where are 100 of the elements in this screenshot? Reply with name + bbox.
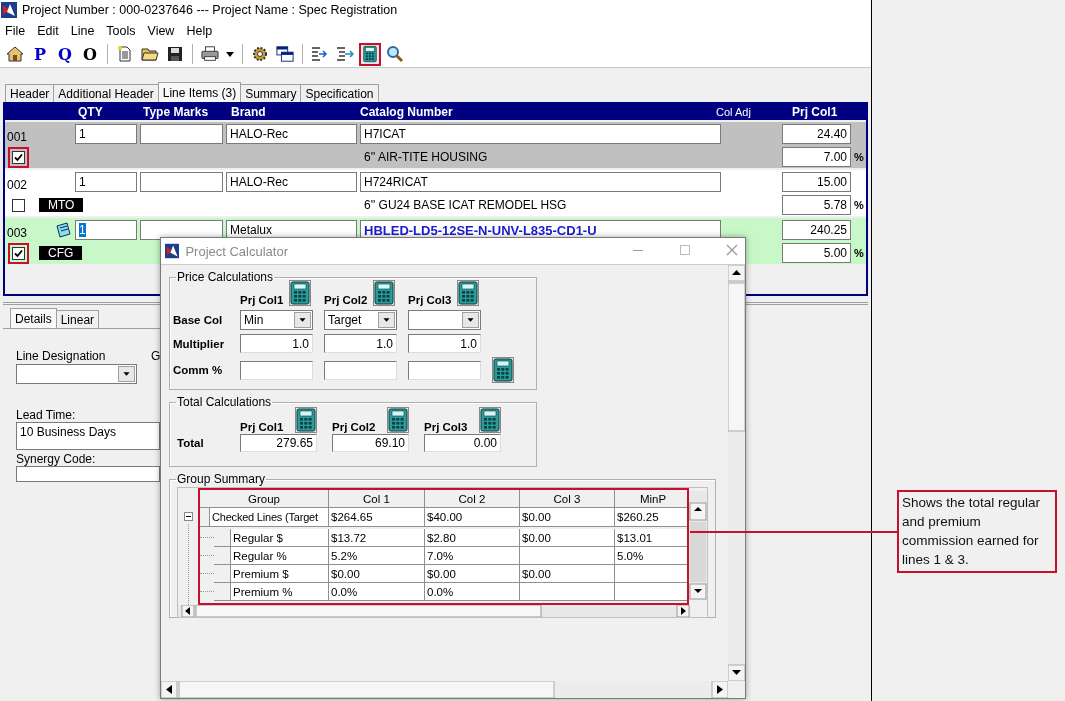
commission-field[interactable] (324, 360, 397, 380)
menu-item[interactable]: File (1, 23, 32, 38)
summary-cell: 5.2% (329, 547, 425, 565)
close-icon[interactable] (725, 243, 738, 256)
percent-field[interactable]: 7.00 (782, 147, 851, 167)
lead-time-field[interactable]: 10 Business Days (16, 422, 160, 450)
calculator-button[interactable] (480, 408, 500, 432)
price-field[interactable]: 24.40 (782, 124, 851, 144)
column-header[interactable]: Group (200, 490, 329, 508)
multiplier-field[interactable]: 1.0 (240, 334, 313, 353)
scrollbar[interactable] (728, 265, 745, 681)
toolbar-button[interactable]: O (79, 42, 101, 66)
column-header[interactable]: Brand (226, 104, 360, 119)
commission-field[interactable] (408, 360, 481, 380)
group-title: Total Calculations (176, 395, 273, 409)
row-header-cell[interactable] (200, 508, 210, 527)
type-marks-field[interactable] (140, 220, 223, 240)
row-header-cell[interactable] (214, 565, 231, 583)
summary-cell: $2.80 (425, 529, 520, 547)
summary-cell: $0.00 (329, 565, 425, 583)
percent-field[interactable]: 5.78 (782, 195, 851, 215)
scrollbar[interactable] (161, 681, 728, 698)
calculator-button[interactable] (388, 408, 408, 432)
synergy-code-field[interactable] (16, 466, 160, 482)
price-field[interactable]: 15.00 (782, 172, 851, 192)
type-marks-field[interactable] (140, 172, 223, 192)
summary-cell: $0.00 (520, 508, 615, 527)
menu-item[interactable]: Help (182, 23, 219, 38)
group-label: Checked Lines (Target (210, 508, 329, 527)
column-header[interactable]: Col 1 (329, 490, 425, 508)
gear-icon (251, 45, 269, 63)
windows-icon (276, 45, 294, 63)
menu-item[interactable]: Edit (33, 23, 65, 38)
line-number: 003 (7, 226, 28, 240)
summary-cell: $13.72 (329, 529, 425, 547)
row-label: Premium $ (231, 565, 329, 583)
toolbar-button[interactable]: P (29, 42, 51, 66)
line-item-row[interactable]: 002 1 HALO-Rec H724RICAT 15.00 MTO 6'' GU24 BASE ICAT REMODEL HSG 5.78 % (5, 170, 866, 216)
note-icon[interactable] (54, 221, 72, 239)
multiplier-field[interactable]: 1.0 (408, 334, 481, 353)
base-column-dropdown[interactable] (408, 310, 481, 330)
brand-field[interactable]: HALO-Rec (226, 172, 357, 192)
calculator-button[interactable] (296, 408, 316, 432)
tab[interactable]: Linear (55, 310, 100, 328)
checkbox[interactable] (12, 198, 25, 212)
percent-field[interactable]: 5.00 (782, 243, 851, 263)
calculator-button[interactable] (458, 281, 479, 305)
qty-field[interactable]: 1 (75, 172, 137, 192)
catalog-number-field[interactable]: H724RICAT (360, 172, 721, 192)
line-number: 001 (7, 130, 28, 144)
tab[interactable]: Specification (300, 84, 379, 102)
group-title: Group Summary (176, 472, 267, 486)
line-item-row[interactable]: 001 1 HALO-Rec H7ICAT 24.40 6'' AIR-TITE HOUSING 7.00 % (5, 122, 866, 168)
group-title: Price Calculations (176, 270, 275, 284)
collapse-icon[interactable] (183, 512, 193, 521)
column-header[interactable]: QTY (75, 104, 140, 119)
row-label: Premium % (231, 583, 329, 601)
catalog-number-field[interactable]: HBLED-LD5-12SE-N-UNV-L835-CD1-U (360, 220, 721, 240)
column-header[interactable]: Col 3 (520, 490, 615, 508)
tab[interactable]: Header (5, 84, 55, 102)
scrollbar[interactable] (689, 491, 707, 600)
percent-sign: % (854, 199, 864, 211)
type-marks-field[interactable] (140, 124, 223, 144)
catalog-number-field[interactable]: H7ICAT (360, 124, 721, 144)
calculator-button[interactable] (493, 358, 513, 382)
tab[interactable]: Summary (240, 84, 302, 102)
row-header-cell[interactable] (214, 583, 231, 601)
row-header-cell[interactable] (214, 529, 231, 547)
column-header[interactable]: Type Marks (140, 104, 226, 119)
calculator-button[interactable] (290, 281, 311, 305)
printer-icon (201, 45, 219, 63)
field-label: Lead Time: (16, 408, 76, 422)
menu-item[interactable]: Line (66, 23, 101, 38)
brand-field[interactable]: HALO-Rec (226, 124, 357, 144)
line-description: 6'' AIR-TITE HOUSING (364, 150, 488, 164)
scrollbar[interactable] (178, 605, 691, 617)
calculator-button[interactable] (374, 281, 395, 305)
column-label: Prj Col3 (408, 294, 452, 306)
dialog-title: Project Calculator (185, 243, 288, 259)
line-designation-dropdown[interactable] (16, 364, 137, 384)
commission-field[interactable] (240, 360, 313, 380)
column-header[interactable]: Prj Col1 (782, 104, 854, 119)
tab[interactable]: Details (10, 308, 57, 328)
column-header[interactable]: Col 2 (425, 490, 520, 508)
base-column-dropdown[interactable]: Min (240, 310, 313, 330)
qty-field[interactable]: 1 (75, 220, 137, 240)
tab[interactable]: Line Items (3) (157, 82, 242, 102)
qty-field[interactable]: 1 (75, 124, 137, 144)
row-label: Total (177, 437, 204, 449)
brand-field[interactable]: Metalux (226, 220, 357, 240)
column-header[interactable]: Col Adj (716, 105, 782, 118)
base-column-dropdown[interactable]: Target (324, 310, 397, 330)
price-field[interactable]: 240.25 (782, 220, 851, 240)
menu-item[interactable]: Tools (102, 23, 142, 38)
toolbar-button[interactable]: Q (54, 42, 76, 66)
row-label: Multiplier (173, 337, 225, 350)
row-label: Comm % (173, 364, 223, 376)
multiplier-field[interactable]: 1.0 (324, 334, 397, 353)
menu-item[interactable]: View (143, 23, 181, 38)
row-header-cell[interactable] (214, 547, 231, 565)
